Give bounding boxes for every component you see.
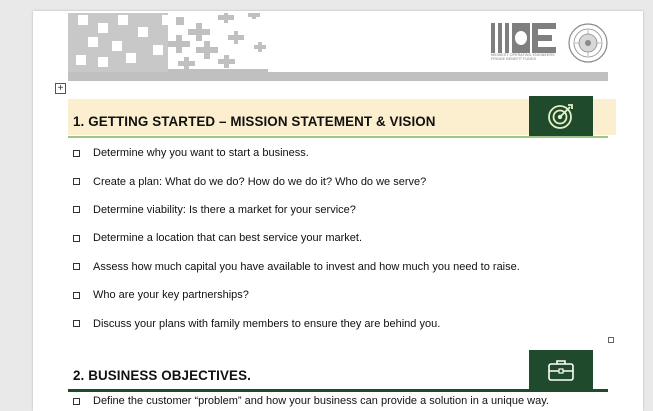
section-2-icon-box — [529, 350, 593, 390]
section-2-title: 2. BUSINESS OBJECTIVES. — [73, 368, 251, 383]
section-2-underline — [68, 389, 608, 392]
briefcase-icon — [548, 360, 574, 381]
checklist-item-text: Assess how much capital you have availab… — [93, 260, 520, 273]
section-1-icon-box — [529, 96, 593, 136]
checkbox[interactable] — [73, 206, 80, 214]
checklist-item: Determine viability: Is there a market f… — [73, 196, 520, 224]
checklist-item-text: Determine why you want to start a busine… — [93, 147, 309, 160]
checkbox[interactable] — [73, 291, 80, 299]
target-icon — [548, 104, 573, 129]
header-divider-bar — [68, 72, 608, 81]
checkbox[interactable] — [73, 149, 80, 157]
checklist-item-text: Create a plan: What do we do? How do we … — [93, 175, 427, 188]
section-1-underline — [68, 136, 608, 138]
ioe-logo: Midwest Operating Engineers Fringe Benef… — [491, 23, 557, 61]
logo-tagline: Midwest Operating Engineers Fringe Benef… — [491, 53, 555, 61]
checklist-item-text: Discuss your plans with family members t… — [93, 317, 441, 330]
checklist-item-text: Who are your key partnerships? — [93, 289, 249, 302]
checklist-item: Determine why you want to start a busine… — [73, 139, 520, 167]
checkbox[interactable] — [73, 397, 80, 405]
checkbox[interactable] — [73, 234, 80, 242]
checklist-item: Create a plan: What do we do? How do we … — [73, 167, 520, 195]
table-move-handle[interactable]: + — [55, 83, 66, 94]
checklist-item-text: Determine viability: Is there a market f… — [93, 203, 356, 216]
section-1-checklist: Determine why you want to start a busine… — [73, 139, 520, 338]
section-1-title: 1. GETTING STARTED – MISSION STATEMENT &… — [73, 114, 436, 129]
checkbox[interactable] — [73, 320, 80, 328]
checklist-item-text: Define the customer “problem” and how yo… — [93, 395, 549, 407]
ioe-logo-mark — [491, 23, 556, 53]
checkbox[interactable] — [73, 263, 80, 271]
checklist-item: Who are your key partnerships? — [73, 281, 520, 309]
checklist-item: Discuss your plans with family members t… — [73, 309, 520, 337]
table-resize-handle[interactable] — [608, 337, 614, 343]
checklist-item: Define the customer “problem” and how yo… — [73, 395, 549, 407]
checklist-item: Assess how much capital you have availab… — [73, 253, 520, 281]
checklist-item-text: Determine a location that can best servi… — [93, 232, 363, 245]
document-page: Midwest Operating Engineers Fringe Benef… — [33, 11, 643, 411]
checklist-item: Determine a location that can best servi… — [73, 224, 520, 252]
checkbox[interactable] — [73, 178, 80, 186]
union-seal-icon — [568, 23, 608, 63]
